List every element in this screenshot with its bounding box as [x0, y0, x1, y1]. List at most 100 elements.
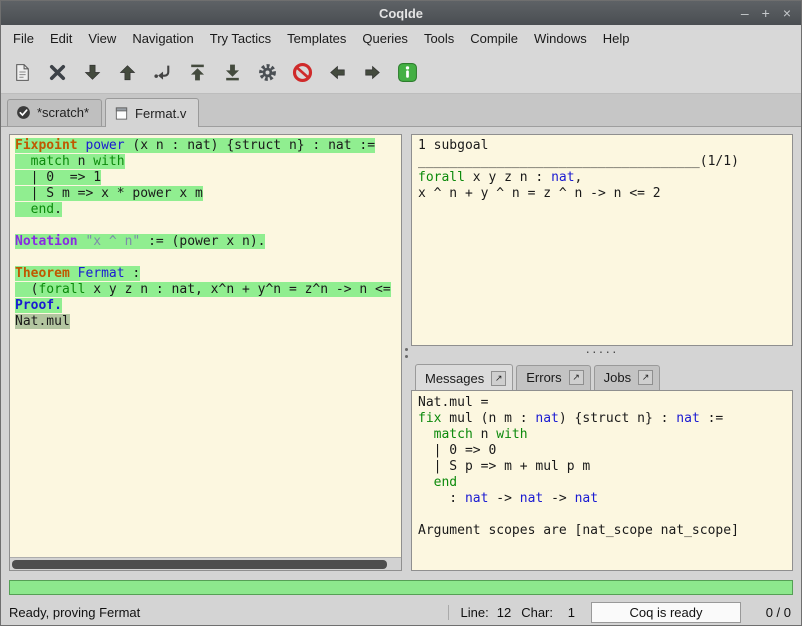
horizontal-scrollbar[interactable]	[10, 557, 401, 570]
scrollbar-thumb[interactable]	[12, 560, 387, 569]
menu-item-help[interactable]: Help	[595, 27, 638, 50]
script-buffer[interactable]: Fixpoint power (x n : nat) {struct n} : …	[15, 138, 401, 330]
about-button[interactable]	[394, 60, 420, 86]
go-to-start-icon	[187, 62, 208, 83]
code-line	[15, 250, 401, 266]
tab-scratch[interactable]: *scratch*	[7, 99, 102, 126]
code-line: Nat.mul =	[418, 395, 792, 411]
progress-bar	[9, 580, 793, 595]
menu-item-tools[interactable]: Tools	[416, 27, 462, 50]
code-line: fix mul (n m : nat) {struct n} : nat :=	[418, 411, 792, 427]
tab-label: *scratch*	[37, 105, 89, 120]
minimize-button[interactable]: –	[741, 6, 749, 20]
interrupt-icon	[292, 62, 313, 83]
coq-status-box: Coq is ready	[591, 602, 741, 623]
save-button[interactable]	[9, 60, 35, 86]
statusbar-separator	[448, 605, 449, 620]
tab-messages[interactable]: Messages ↗	[415, 364, 513, 391]
forward-one-icon	[82, 62, 103, 83]
detach-button[interactable]: ↗	[569, 370, 584, 385]
code-line: | 0 => 0	[418, 443, 792, 459]
code-line: (forall x y z n : nat, x^n + y^n = z^n -…	[15, 282, 401, 298]
goals-pane: 1 subgoal_______________________________…	[411, 134, 793, 346]
code-line: Nat.mul	[15, 314, 401, 330]
code-line: forall x y z n : nat,	[418, 170, 792, 186]
right-column: 1 subgoal_______________________________…	[411, 134, 793, 571]
back-button[interactable]	[324, 60, 350, 86]
maximize-button[interactable]: +	[762, 6, 770, 20]
tab-fermat[interactable]: Fermat.v	[105, 98, 199, 127]
go-to-end-button[interactable]	[219, 60, 245, 86]
code-line: Fixpoint power (x n : nat) {struct n} : …	[15, 138, 401, 154]
code-line: | S m => x * power x m	[15, 186, 401, 202]
go-to-cursor-button[interactable]	[149, 60, 175, 86]
messages-pane: Nat.mul =fix mul (n m : nat) {struct n} …	[411, 390, 793, 571]
code-line: 1 subgoal	[418, 138, 792, 154]
menu-item-file[interactable]: File	[5, 27, 42, 50]
char-label: Char:	[521, 605, 553, 620]
menu-item-windows[interactable]: Windows	[526, 27, 595, 50]
code-line: | S p => m + mul p m	[418, 459, 792, 475]
tab-jobs[interactable]: Jobs ↗	[594, 365, 660, 390]
window-title: CoqIde	[1, 6, 801, 21]
detach-button[interactable]: ↗	[491, 371, 506, 386]
script-view: Fixpoint power (x n : nat) {struct n} : …	[10, 135, 401, 557]
line-value: 12	[497, 605, 511, 620]
horizontal-splitter[interactable]: ·····	[411, 346, 793, 357]
vertical-splitter[interactable]	[402, 134, 411, 571]
code-line: ____________________________________(1/1…	[418, 154, 792, 170]
code-line: match n with	[15, 154, 401, 170]
code-line	[15, 218, 401, 234]
messages-buffer[interactable]: Nat.mul =fix mul (n m : nat) {struct n} …	[418, 395, 792, 539]
title-bar[interactable]: CoqIde – + ×	[1, 1, 801, 25]
tab-label: Jobs	[604, 370, 631, 385]
document-icon	[114, 106, 129, 121]
go-to-start-button[interactable]	[184, 60, 210, 86]
code-line: Proof.	[15, 298, 401, 314]
script-pane: Fixpoint power (x n : nat) {struct n} : …	[9, 134, 402, 571]
forward-one-button[interactable]	[79, 60, 105, 86]
code-line: end	[418, 475, 792, 491]
forward-button[interactable]	[359, 60, 385, 86]
back-icon	[327, 62, 348, 83]
close-icon	[47, 62, 68, 83]
close-button[interactable]: ×	[783, 6, 791, 20]
status-message: Ready, proving Fermat	[9, 605, 446, 620]
gear-button[interactable]	[254, 60, 280, 86]
line-label: Line:	[461, 605, 489, 620]
code-line: end.	[15, 202, 401, 218]
char-value: 1	[561, 605, 575, 620]
save-icon	[12, 62, 33, 83]
gear-icon	[257, 62, 278, 83]
code-line: | 0 => 1	[15, 170, 401, 186]
forward-icon	[362, 62, 383, 83]
tab-label: Fermat.v	[135, 106, 186, 121]
close-button[interactable]	[44, 60, 70, 86]
menu-item-navigation[interactable]: Navigation	[124, 27, 201, 50]
window-controls: – + ×	[741, 6, 801, 20]
message-tab-bar: Messages ↗ Errors ↗ Jobs ↗	[411, 357, 793, 390]
goals-buffer[interactable]: 1 subgoal_______________________________…	[418, 138, 792, 202]
code-line: Theorem Fermat :	[15, 266, 401, 282]
menu-item-compile[interactable]: Compile	[462, 27, 526, 50]
menu-item-templates[interactable]: Templates	[279, 27, 354, 50]
messages-notebook: Messages ↗ Errors ↗ Jobs ↗ Nat.mul =fix mul (…	[411, 357, 793, 571]
tab-label: Messages	[425, 371, 484, 386]
menu-item-try-tactics[interactable]: Try Tactics	[202, 27, 279, 50]
toolbar	[1, 52, 801, 94]
code-line: match n with	[418, 427, 792, 443]
code-line: Notation "x ^ n" := (power x n).	[15, 234, 401, 250]
coqide-window: CoqIde – + × FileEditViewNavigationTry T…	[0, 0, 802, 626]
scratch-status-icon	[16, 105, 31, 120]
menu-item-queries[interactable]: Queries	[354, 27, 416, 50]
detach-button[interactable]: ↗	[638, 370, 653, 385]
menu-item-view[interactable]: View	[80, 27, 124, 50]
tab-label: Errors	[526, 370, 561, 385]
worker-count: 0 / 0	[755, 605, 791, 620]
progress-fill	[10, 581, 792, 594]
code-line: x ^ n + y ^ n = z ^ n -> n <= 2	[418, 186, 792, 202]
tab-errors[interactable]: Errors ↗	[516, 365, 590, 390]
backward-one-button[interactable]	[114, 60, 140, 86]
interrupt-button[interactable]	[289, 60, 315, 86]
menu-item-edit[interactable]: Edit	[42, 27, 80, 50]
